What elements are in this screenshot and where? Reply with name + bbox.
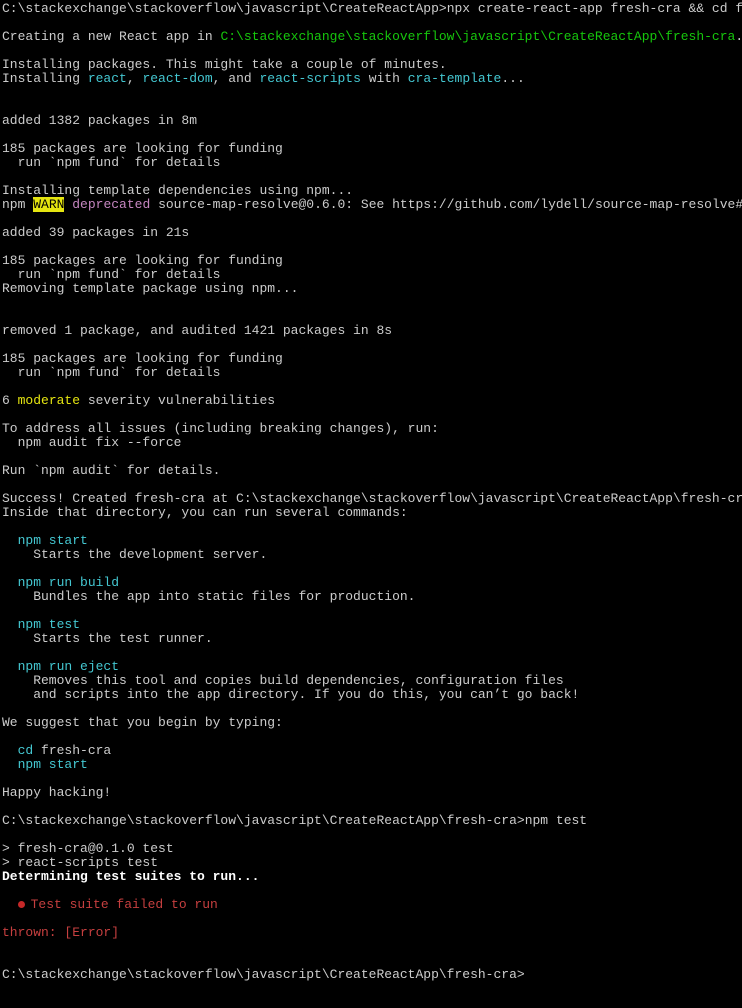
prompt-line: C:\stackexchange\stackoverflow\javascrip… bbox=[2, 813, 587, 828]
install-pkgs: Installing react, react-dom, and react-s… bbox=[2, 71, 525, 86]
terminal-output[interactable]: C:\stackexchange\stackoverflow\javascrip… bbox=[0, 0, 742, 984]
cmd-npm-start: npm start bbox=[2, 533, 88, 548]
funding-line: 185 packages are looking for funding bbox=[2, 141, 283, 156]
happy-line: Happy hacking! bbox=[2, 785, 111, 800]
npm-start-line: npm start bbox=[2, 757, 88, 772]
suggest-line: We suggest that you begin by typing: bbox=[2, 715, 283, 730]
funding-detail: run `npm fund` for details bbox=[2, 267, 220, 282]
removing-line: Removing template package using npm... bbox=[2, 281, 298, 296]
cmd-npm-test: npm test bbox=[2, 617, 80, 632]
funding-detail: run `npm fund` for details bbox=[2, 365, 220, 380]
cmd-desc: Starts the development server. bbox=[2, 547, 267, 562]
funding-line: 185 packages are looking for funding bbox=[2, 253, 283, 268]
test-header: > fresh-cra@0.1.0 test bbox=[2, 841, 174, 856]
test-header: > react-scripts test bbox=[2, 855, 158, 870]
prompt-line: C:\stackexchange\stackoverflow\javascrip… bbox=[2, 1, 742, 16]
audit-line: Run `npm audit` for details. bbox=[2, 463, 220, 478]
fail-line: Test suite failed to run bbox=[2, 897, 218, 912]
determining-line: Determining test suites to run... bbox=[2, 869, 259, 884]
added-line: added 39 packages in 21s bbox=[2, 225, 189, 240]
success-line: Success! Created fresh-cra at C:\stackex… bbox=[2, 491, 742, 506]
cmd-desc: Removes this tool and copies build depen… bbox=[2, 673, 564, 688]
install-line: Installing packages. This might take a c… bbox=[2, 57, 447, 72]
vuln-line: 6 moderate severity vulnerabilities bbox=[2, 393, 275, 408]
tpl-dep-line: Installing template dependencies using n… bbox=[2, 183, 353, 198]
cmd-desc: Starts the test runner. bbox=[2, 631, 213, 646]
deprecated-line: npm WARN deprecated source-map-resolve@0… bbox=[2, 197, 742, 212]
cmd-desc: Bundles the app into static files for pr… bbox=[2, 589, 415, 604]
cd-line: cd fresh-cra bbox=[2, 743, 111, 758]
removed-line: removed 1 package, and audited 1421 pack… bbox=[2, 323, 392, 338]
address-line: To address all issues (including breakin… bbox=[2, 421, 439, 436]
address-cmd: npm audit fix --force bbox=[2, 435, 181, 450]
funding-detail: run `npm fund` for details bbox=[2, 155, 220, 170]
funding-line: 185 packages are looking for funding bbox=[2, 351, 283, 366]
thrown-line: thrown: [Error] bbox=[2, 925, 119, 940]
cmd-npm-eject: npm run eject bbox=[2, 659, 119, 674]
cmd-desc: and scripts into the app directory. If y… bbox=[2, 687, 579, 702]
inside-line: Inside that directory, you can run sever… bbox=[2, 505, 408, 520]
prompt-line[interactable]: C:\stackexchange\stackoverflow\javascrip… bbox=[2, 967, 525, 982]
creating-line: Creating a new React app in C:\stackexch… bbox=[2, 29, 742, 44]
cmd-npm-build: npm run build bbox=[2, 575, 119, 590]
fail-dot-icon bbox=[18, 897, 31, 912]
added-line: added 1382 packages in 8m bbox=[2, 113, 197, 128]
